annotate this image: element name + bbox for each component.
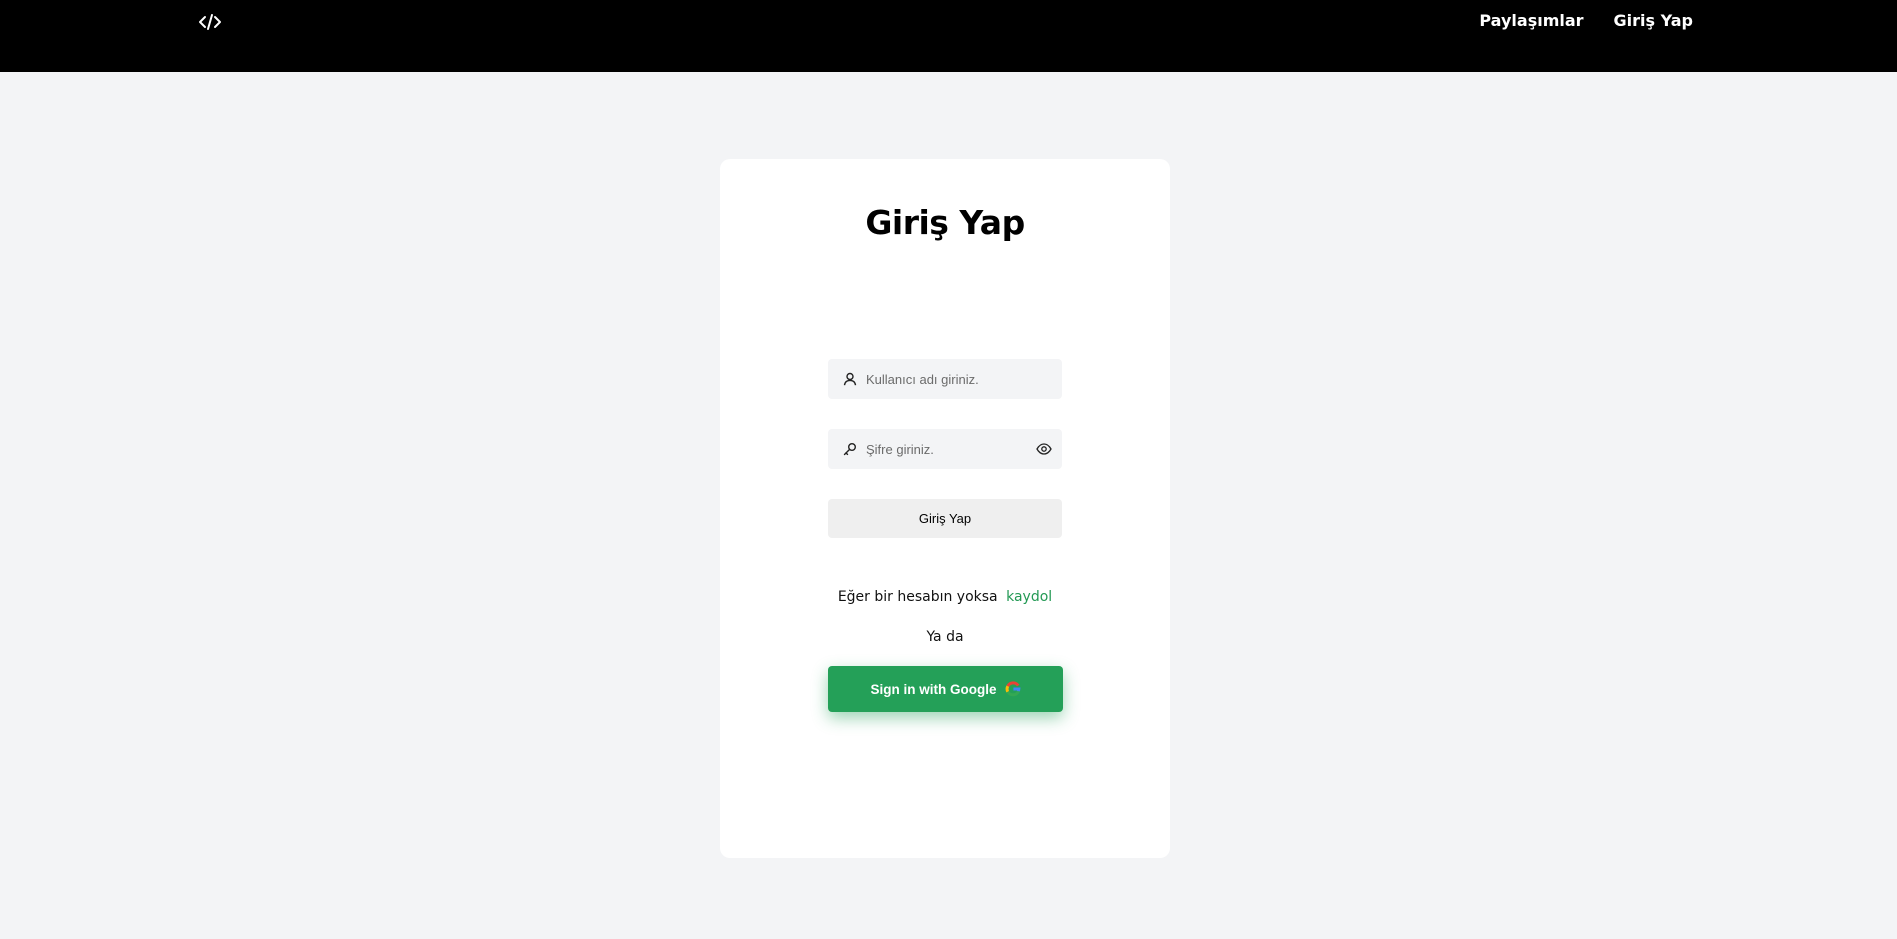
signup-prompt-row: Eğer bir hesabın yoksa kaydol xyxy=(720,589,1170,605)
signup-link[interactable]: kaydol xyxy=(1006,589,1052,605)
or-divider-text: Ya da xyxy=(926,629,964,645)
nav-link-login[interactable]: Giriş Yap xyxy=(1614,11,1693,30)
password-field[interactable] xyxy=(828,429,1062,469)
eye-icon[interactable] xyxy=(1034,439,1054,459)
code-icon[interactable] xyxy=(197,10,223,34)
username-input[interactable] xyxy=(866,359,1062,399)
nav-link-posts[interactable]: Paylaşımlar xyxy=(1479,11,1583,30)
key-icon xyxy=(840,439,860,459)
page-title: Giriş Yap xyxy=(865,203,1025,242)
top-navbar: Paylaşımlar Giriş Yap xyxy=(0,0,1897,72)
google-signin-label: Sign in with Google xyxy=(870,681,997,697)
login-card: Giriş Yap Giriş Yap Eğer bir h xyxy=(720,159,1170,858)
signup-prompt-text: Eğer bir hesabın yoksa xyxy=(837,589,998,605)
user-icon xyxy=(840,369,860,389)
username-field[interactable] xyxy=(828,359,1062,399)
nav-links: Paylaşımlar Giriş Yap xyxy=(1479,11,1693,30)
login-button[interactable]: Giriş Yap xyxy=(828,499,1062,538)
google-icon xyxy=(1005,681,1021,697)
password-input[interactable] xyxy=(866,429,1034,469)
google-signin-button[interactable]: Sign in with Google xyxy=(828,666,1063,712)
